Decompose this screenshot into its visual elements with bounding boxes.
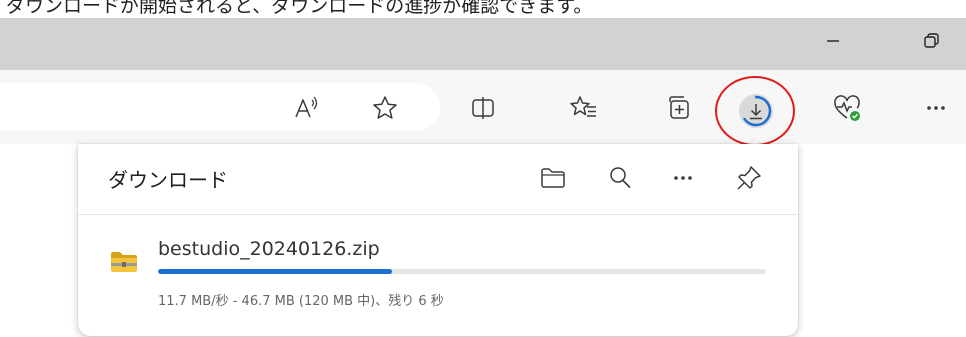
split-screen-icon [472, 97, 494, 119]
collections-icon [669, 96, 689, 119]
download-progress-bar [158, 269, 766, 274]
read-aloud-icon [295, 96, 318, 118]
browser-toolbar [0, 70, 966, 146]
favorites-list-button[interactable] [563, 87, 605, 129]
zip-folder-icon [110, 250, 138, 278]
favorites-list-icon [570, 96, 596, 117]
download-progress-fill [158, 269, 393, 274]
download-status-text: 11.7 MB/秒 - 46.7 MB (120 MB 中)、残り 6 秒 [158, 294, 444, 309]
panel-divider [78, 214, 798, 215]
downloads-more-options-button[interactable] [663, 158, 703, 198]
address-bar[interactable] [0, 83, 440, 131]
search-downloads-button[interactable] [600, 158, 640, 198]
cropped-caption: ダウンロードが開始されると、ダウンロードの進捗が確認できます。 [0, 0, 966, 18]
collections-button[interactable] [657, 87, 699, 129]
settings-more-button[interactable] [915, 87, 957, 129]
star-icon [373, 96, 397, 119]
open-downloads-folder-button[interactable] [533, 158, 573, 198]
downloads-panel: ダウンロード bestudio_20240126.zip 11.7 MB/秒 -… [78, 144, 798, 336]
restore-button[interactable] [898, 18, 964, 64]
download-file-name[interactable]: bestudio_20240126.zip [158, 238, 380, 260]
downloads-panel-title: ダウンロード [108, 168, 228, 192]
minimize-icon [827, 40, 839, 42]
pin-panel-button[interactable] [729, 158, 769, 198]
split-screen-button[interactable] [462, 87, 504, 129]
window-titlebar [0, 18, 966, 70]
download-highlight-circle [715, 76, 795, 146]
browser-health-icon [834, 95, 860, 121]
pin-icon [737, 166, 761, 190]
minimize-button[interactable] [800, 18, 866, 64]
more-icon [674, 176, 692, 180]
read-aloud-button[interactable] [285, 87, 327, 129]
caption-text: ダウンロードが開始されると、ダウンロードの進捗が確認できます。 [6, 0, 593, 17]
more-icon [927, 106, 945, 110]
search-icon [610, 167, 631, 189]
restore-icon [924, 33, 939, 48]
favorite-button[interactable] [364, 87, 406, 129]
browser-health-button[interactable] [826, 87, 868, 129]
folder-icon [541, 168, 565, 188]
